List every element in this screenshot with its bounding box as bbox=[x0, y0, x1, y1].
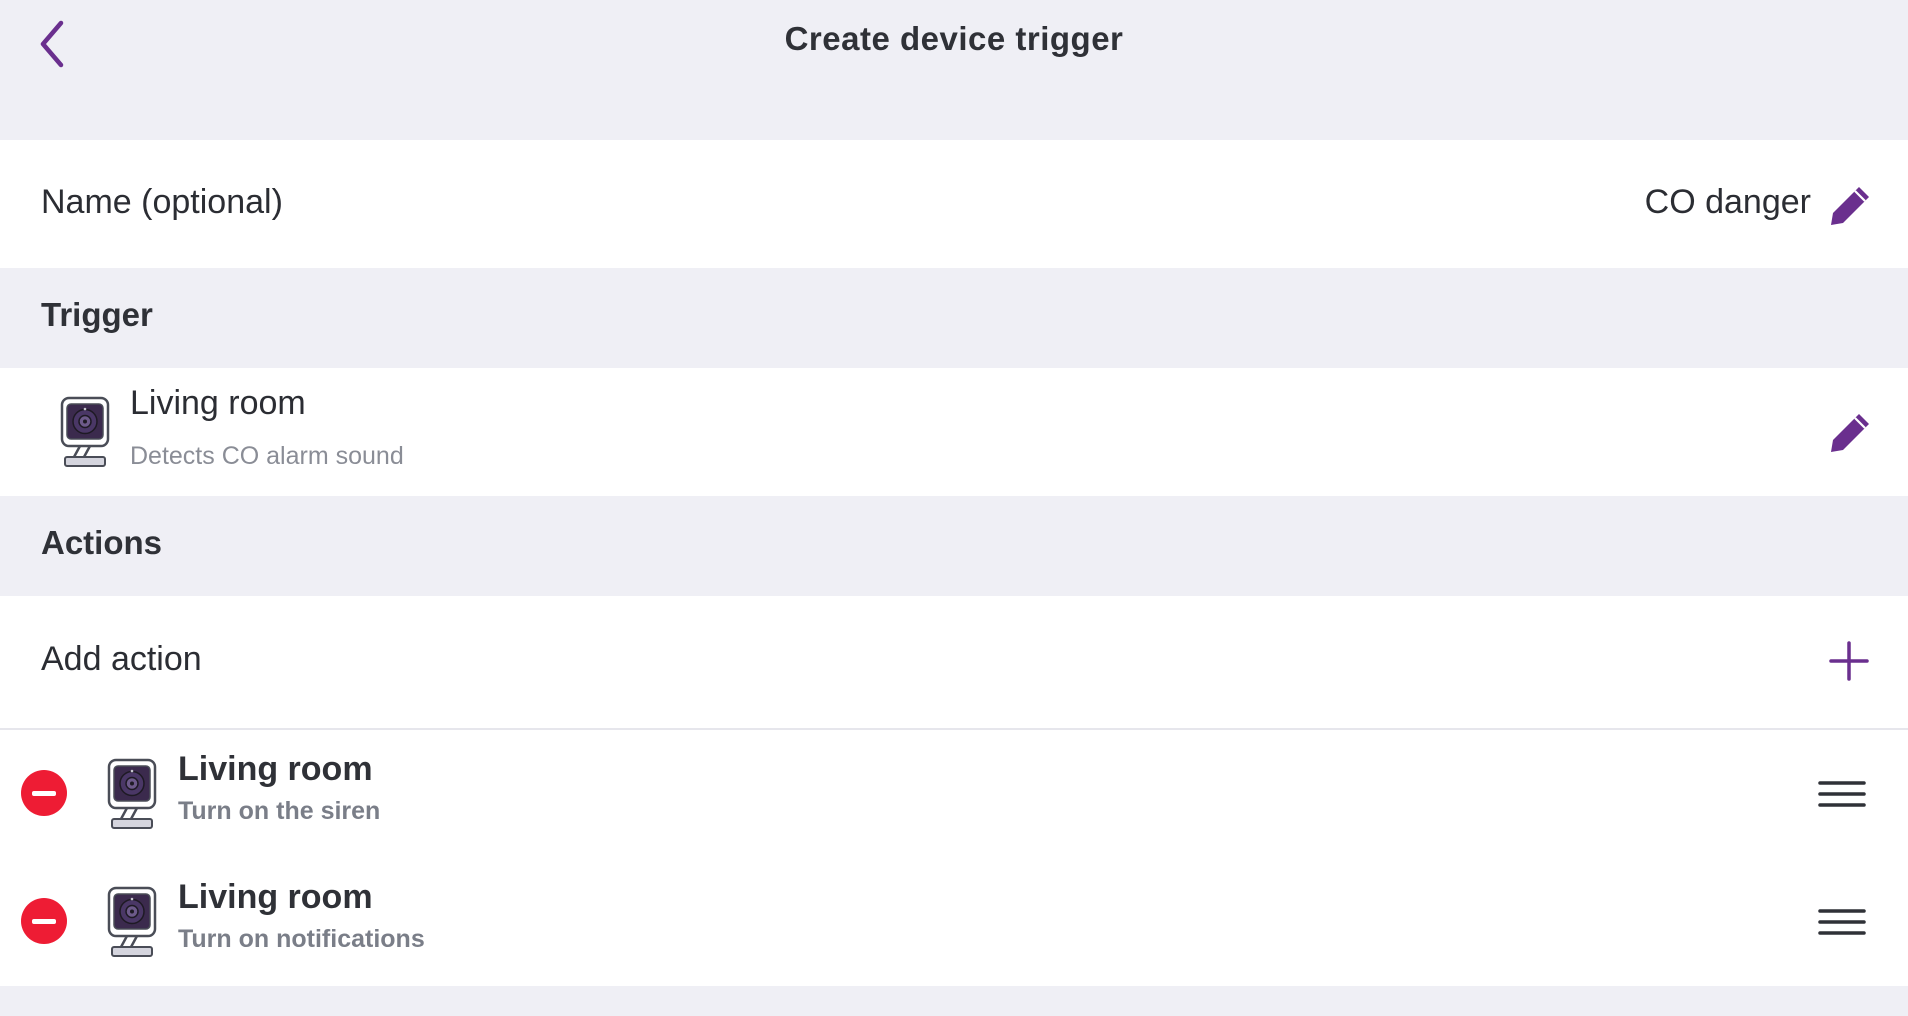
page-title: Create device trigger bbox=[784, 20, 1124, 57]
camera-icon bbox=[105, 757, 159, 836]
reorder-handle[interactable] bbox=[1812, 902, 1872, 942]
name-row[interactable]: Name (optional) bbox=[0, 140, 1908, 268]
action-description: Turn on the siren bbox=[178, 797, 381, 825]
trigger-device-name: Living room bbox=[130, 384, 306, 422]
reorder-handle[interactable] bbox=[1812, 774, 1872, 814]
name-label: Name (optional) bbox=[41, 183, 283, 221]
trigger-description: Detects CO alarm sound bbox=[130, 442, 404, 470]
add-action-label: Add action bbox=[41, 640, 202, 678]
add-action-button[interactable] bbox=[1826, 638, 1872, 684]
navigation-bar: Create device trigger bbox=[0, 0, 1908, 140]
remove-action-button[interactable] bbox=[21, 898, 67, 944]
minus-circle-icon bbox=[32, 790, 56, 796]
drag-handle-icon bbox=[1818, 909, 1866, 935]
pencil-icon bbox=[1831, 414, 1869, 452]
minus-circle-icon bbox=[32, 918, 56, 924]
action-device-name: Living room bbox=[178, 750, 373, 788]
name-value[interactable]: CO danger bbox=[1645, 183, 1811, 222]
camera-icon bbox=[105, 885, 159, 964]
edit-name-button[interactable] bbox=[1826, 180, 1876, 230]
trigger-section-header: Trigger bbox=[0, 268, 1908, 368]
actions-section-title: Actions bbox=[41, 524, 163, 561]
pencil-icon bbox=[1831, 187, 1869, 225]
camera-icon bbox=[58, 395, 112, 474]
actions-section-header: Actions bbox=[0, 496, 1908, 596]
add-action-row[interactable]: Add action bbox=[0, 596, 1908, 728]
trigger-section-title: Trigger bbox=[41, 296, 153, 333]
remove-action-button[interactable] bbox=[21, 770, 67, 816]
drag-handle-icon bbox=[1818, 781, 1866, 807]
plus-icon bbox=[1829, 641, 1869, 681]
action-description: Turn on notifications bbox=[178, 925, 425, 953]
edit-trigger-button[interactable] bbox=[1826, 407, 1876, 457]
action-device-name: Living room bbox=[178, 878, 373, 916]
